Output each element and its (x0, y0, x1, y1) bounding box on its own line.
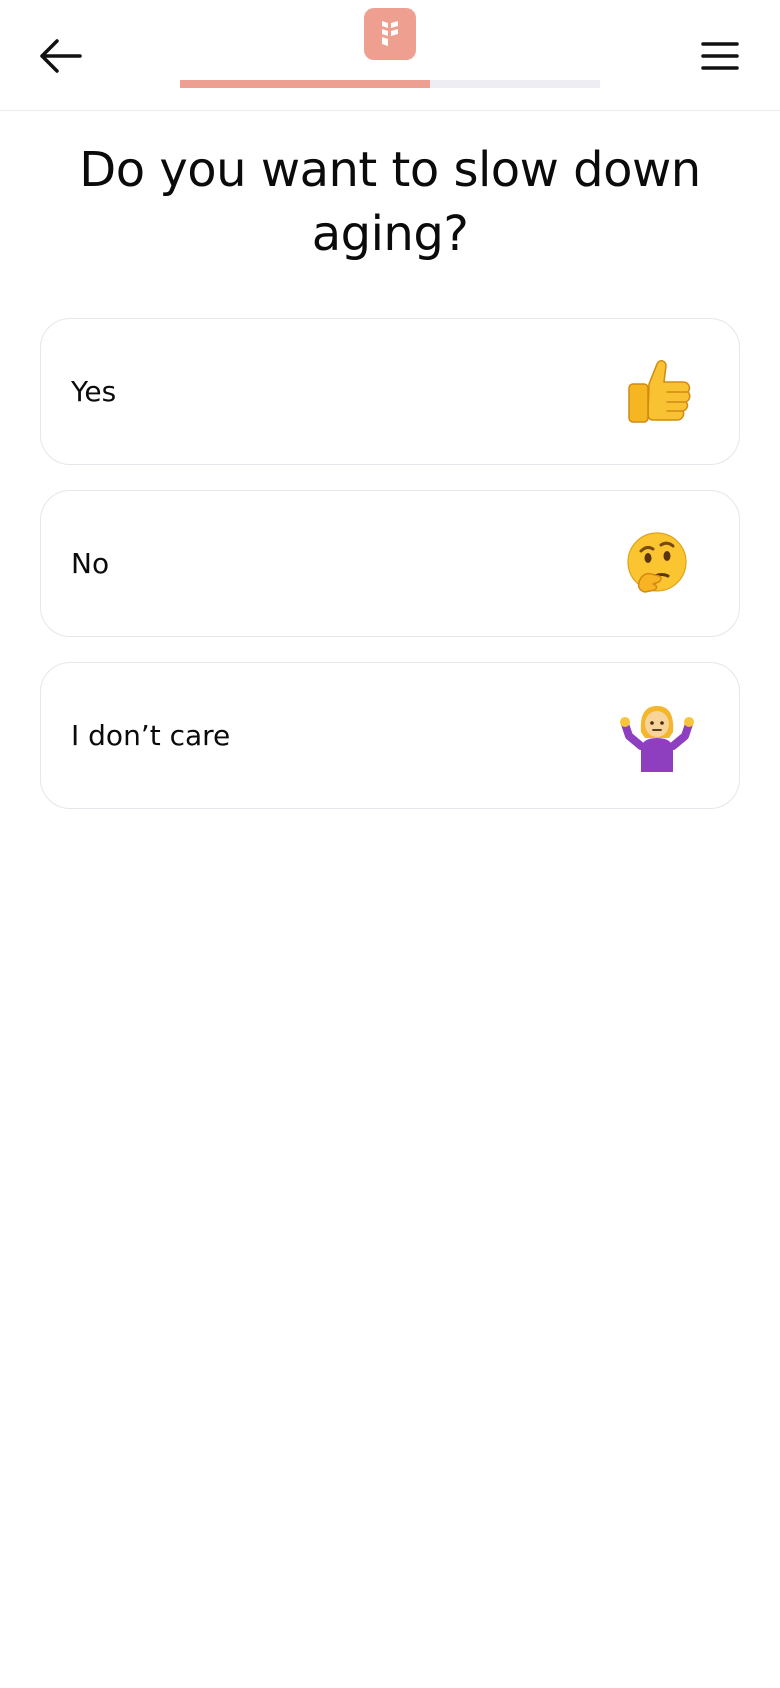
person-shrugging-emoji-icon (619, 698, 695, 774)
menu-button[interactable] (690, 28, 750, 84)
progress-bar-fill (180, 80, 430, 88)
option-yes[interactable]: Yes (40, 318, 740, 465)
thumbs-up-emoji-icon (619, 354, 695, 430)
back-button[interactable] (30, 28, 90, 84)
option-label: Yes (71, 375, 117, 408)
brand-leaf-logo-icon (382, 21, 398, 46)
option-dont-care[interactable]: I don’t care (40, 662, 740, 809)
option-no[interactable]: No (40, 490, 740, 637)
hamburger-menu-icon (701, 42, 739, 70)
top-bar (0, 0, 780, 111)
question-title: Do you want to slow down aging? (79, 142, 701, 262)
option-label: No (71, 547, 110, 580)
answer-options: Yes No I don’t care (40, 318, 740, 834)
arrow-left-icon (40, 39, 82, 73)
progress-bar (180, 80, 600, 88)
thinking-face-emoji-icon (619, 526, 695, 602)
option-label: I don’t care (71, 719, 231, 752)
brand-logo (364, 8, 416, 60)
